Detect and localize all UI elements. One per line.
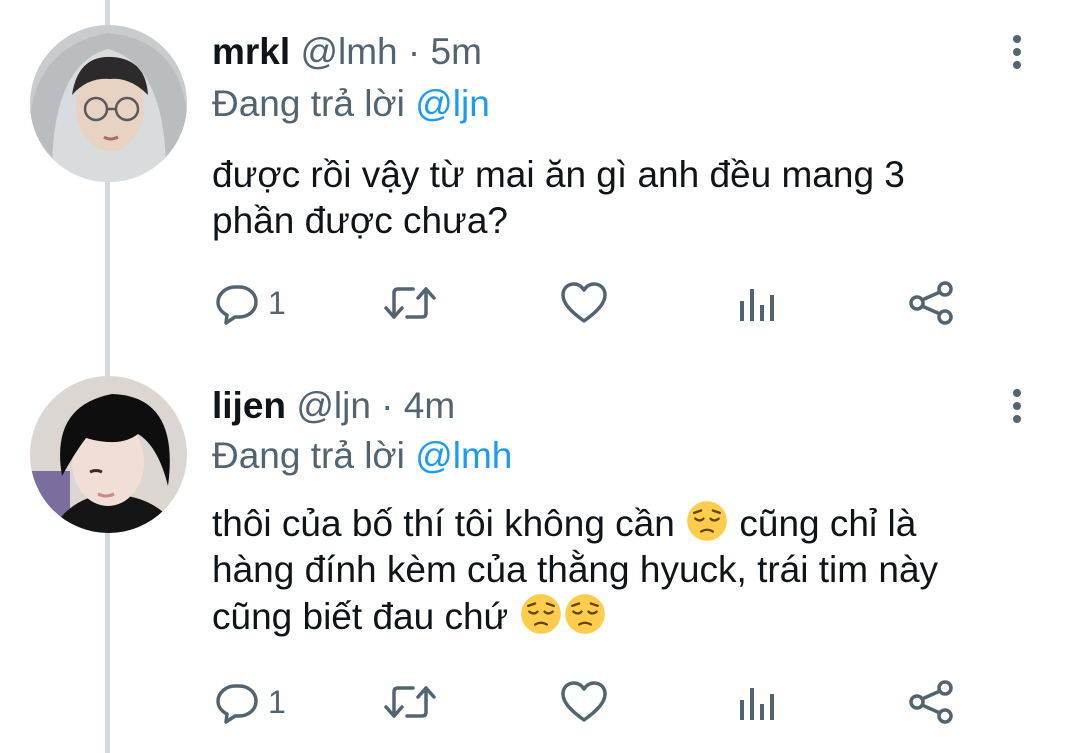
like-button[interactable]	[560, 278, 608, 328]
action-bar: 1	[0, 278, 1080, 328]
tweet-text: được rồi vậy từ mai ăn gì anh đều mang 3…	[212, 152, 1052, 244]
handle[interactable]: @ljn	[296, 385, 371, 426]
reply-count: 1	[268, 683, 286, 720]
display-name[interactable]: lijen	[212, 385, 286, 426]
replying-to-label: Đang trả lời	[212, 435, 405, 476]
tweet-header: mrkl @lmh · 5m	[212, 30, 482, 74]
replying-to-label: Đang trả lời	[212, 83, 405, 124]
timestamp[interactable]: 4m	[404, 385, 455, 426]
mention-link[interactable]: @lmh	[415, 435, 512, 476]
share-button[interactable]	[908, 677, 954, 727]
retweet-button[interactable]	[383, 278, 437, 328]
retweet-icon	[384, 287, 436, 319]
avatar[interactable]	[30, 376, 187, 533]
action-bar: 1	[0, 677, 1080, 727]
handle[interactable]: @lmh	[300, 31, 397, 72]
views-icon	[740, 688, 774, 720]
tweet-text-line: thôi của bố thí tôi không cần cũng chỉ l…	[212, 500, 1052, 547]
retweet-button[interactable]	[383, 677, 437, 727]
replying-to: Đang trả lời @lmh	[212, 434, 512, 478]
share-button[interactable]	[908, 278, 954, 328]
views-button[interactable]	[738, 278, 778, 328]
avatar[interactable]	[30, 25, 187, 182]
tweet-text-segment: cũng chỉ là	[739, 503, 917, 544]
tweet[interactable]: mrkl @lmh · 5m Đang trả lời @ljn được rồ…	[0, 0, 1080, 368]
separator: ·	[381, 385, 394, 426]
like-icon	[561, 282, 607, 323]
reply-icon	[216, 684, 258, 724]
tweet-text: thôi của bố thí tôi không cần cũng chỉ l…	[212, 500, 1052, 640]
tweet-text-segment: cũng biết đau chứ	[212, 596, 509, 637]
reply-icon	[216, 285, 258, 325]
tweet-text-line: phần được chưa?	[212, 200, 508, 241]
reply-button[interactable]: 1	[215, 677, 286, 727]
tweet-text-line: hàng đính kèm của thằng hyuck, trái tim …	[212, 549, 939, 590]
reply-button[interactable]: 1	[215, 278, 286, 328]
more-icon[interactable]	[1004, 30, 1030, 74]
pensive-face-emoji	[686, 500, 728, 542]
tweet[interactable]: lijen @ljn · 4m Đang trả lời @lmh thôi c…	[0, 368, 1080, 753]
separator: ·	[407, 31, 421, 72]
views-button[interactable]	[738, 677, 778, 727]
timestamp[interactable]: 5m	[431, 31, 482, 72]
reply-count: 1	[268, 284, 286, 321]
pensive-face-emoji	[564, 593, 606, 635]
tweet-header: lijen @ljn · 4m	[212, 384, 455, 428]
more-icon[interactable]	[1004, 384, 1030, 428]
replying-to: Đang trả lời @ljn	[212, 82, 490, 126]
tweet-text-line: được rồi vậy từ mai ăn gì anh đều mang 3	[212, 154, 905, 195]
mention-link[interactable]: @ljn	[415, 83, 490, 124]
share-icon	[909, 281, 953, 325]
like-button[interactable]	[560, 677, 608, 727]
display-name[interactable]: mrkl	[212, 31, 290, 72]
views-icon	[740, 289, 774, 321]
tweet-text-line: cũng biết đau chứ	[212, 593, 1052, 640]
pensive-face-emoji	[520, 593, 562, 635]
like-icon	[561, 681, 607, 722]
tweet-text-segment: thôi của bố thí tôi không cần	[212, 503, 675, 544]
share-icon	[909, 680, 953, 724]
retweet-icon	[384, 686, 436, 718]
